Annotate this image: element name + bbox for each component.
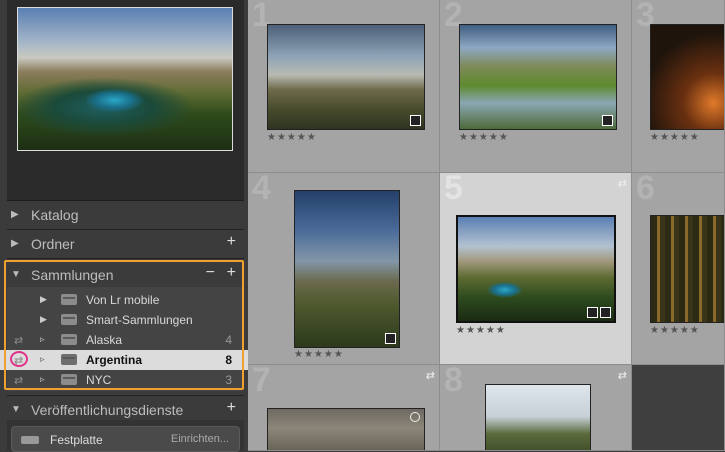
grid-cell-selected[interactable]: 5 ⇄ ★★★★★ [440, 173, 632, 365]
grid-cell[interactable]: 2 ★★★★★ [440, 0, 632, 173]
photo-thumbnail[interactable] [267, 408, 425, 450]
edit-badge-icon [410, 115, 421, 126]
grid-cell[interactable]: 3 ★★★★★ [632, 0, 725, 173]
plus-icon[interactable]: + [227, 233, 236, 251]
katalog-label: Katalog [31, 207, 79, 223]
cell-number: 4 [252, 173, 271, 207]
grid-cell-empty [632, 365, 725, 451]
cell-number: 7 [252, 365, 271, 399]
photo-thumbnail[interactable] [650, 24, 724, 130]
drive-icon [21, 436, 39, 444]
photo-grid: 1 ★★★★★ 2 ★★★★★ 3 ★★★★★ 4 ★★★★★ 5 ⇄ ★★★★… [248, 0, 725, 451]
triangle-down-icon: ▼ [11, 404, 21, 415]
circle-badge-icon [410, 412, 420, 422]
star-rating[interactable]: ★★★★★ [267, 132, 317, 143]
grid-cell[interactable]: 7 ⇄ [248, 365, 440, 451]
photo-thumbnail[interactable] [650, 215, 724, 323]
photo-thumbnail[interactable] [294, 190, 400, 348]
setup-link[interactable]: Einrichten... [171, 433, 229, 445]
star-rating[interactable]: ★★★★★ [456, 325, 506, 336]
photo-thumbnail[interactable] [485, 384, 591, 450]
sync-arrows-icon: ⇄ [425, 370, 435, 382]
triangle-right-icon: ▶ [11, 238, 19, 249]
divider [7, 229, 244, 230]
photo-thumbnail[interactable] [456, 215, 616, 323]
ordner-label: Ordner [31, 236, 75, 252]
navigator-panel [7, 0, 244, 201]
cell-number: 6 [636, 173, 655, 207]
grid-cell[interactable]: 1 ★★★★★ [248, 0, 440, 173]
edit-badge-icon [600, 307, 611, 318]
grid-cell[interactable]: 8 ⇄ [440, 365, 632, 451]
ordner-header[interactable]: ▶ Ordner + [0, 231, 248, 257]
star-rating[interactable]: ★★★★★ [459, 132, 509, 143]
sync-arrows-icon: ⇄ [617, 370, 627, 382]
publish-service-festplatte[interactable]: Festplatte Einrichten... [11, 426, 240, 452]
photo-thumbnail[interactable] [459, 24, 617, 130]
plus-icon[interactable]: + [227, 399, 236, 417]
edit-badge-icon [385, 333, 396, 344]
grid-cell[interactable]: 6 ★★★★★ [632, 173, 725, 365]
publish-label: Veröffentlichungsdienste [31, 402, 184, 418]
katalog-header[interactable]: ▶ Katalog [0, 202, 248, 228]
star-rating[interactable]: ★★★★★ [650, 132, 700, 143]
navigator-preview-image[interactable] [17, 7, 233, 151]
cell-number: 8 [444, 365, 463, 399]
cell-number: 5 [444, 173, 463, 207]
publish-service-name: Festplatte [50, 433, 103, 447]
sync-arrows-icon: ⇄ [617, 178, 627, 190]
divider [7, 258, 244, 259]
triangle-right-icon: ▶ [11, 209, 19, 220]
edit-badge-icon [602, 115, 613, 126]
photo-thumbnail[interactable] [267, 24, 425, 130]
collections-highlight-frame [4, 260, 244, 390]
star-rating[interactable]: ★★★★★ [294, 349, 344, 360]
divider [7, 395, 244, 396]
left-panel: ▶ Katalog ▶ Ordner + ▼ Sammlungen − + ▶ … [0, 0, 248, 452]
grid-cell[interactable]: 4 ★★★★★ [248, 173, 440, 365]
star-rating[interactable]: ★★★★★ [650, 325, 700, 336]
crop-badge-icon [587, 307, 598, 318]
